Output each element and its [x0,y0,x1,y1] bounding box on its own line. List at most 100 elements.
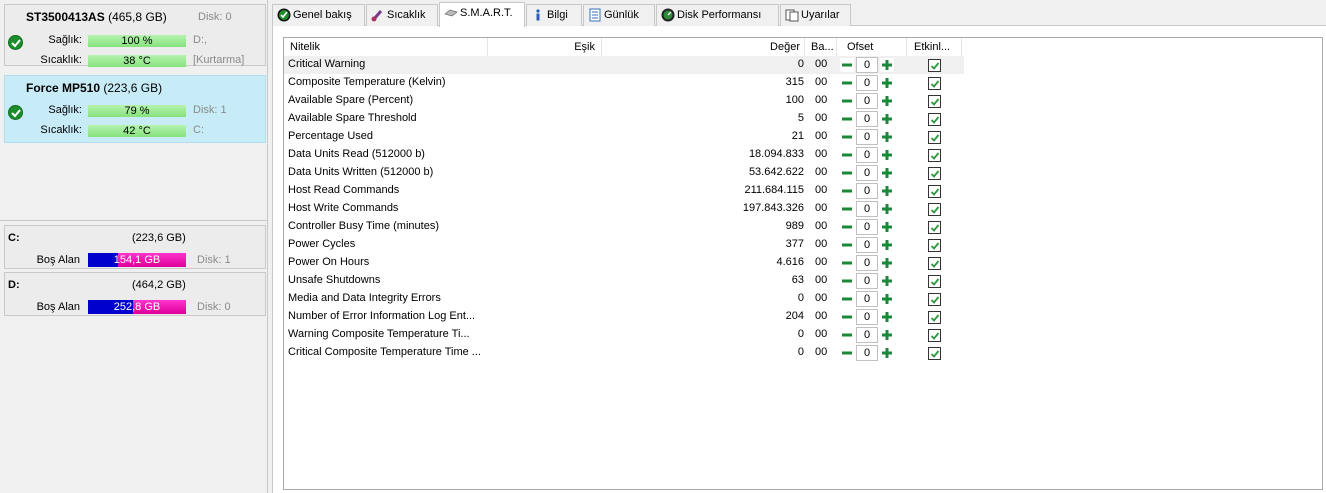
offset-value[interactable]: 0 [856,291,878,307]
offset-increase-button[interactable] [880,346,894,360]
enabled-checkbox[interactable] [928,113,941,126]
col-header-value[interactable]: Değer [602,38,805,56]
offset-increase-button[interactable] [880,202,894,216]
tab-log[interactable]: Günlük [583,4,655,26]
enabled-checkbox[interactable] [928,185,941,198]
offset-value[interactable]: 0 [856,183,878,199]
col-header-enabled[interactable]: Etkinl... [907,38,962,56]
offset-increase-button[interactable] [880,256,894,270]
table-row[interactable]: Available Spare Threshold 5 00 0 [284,110,964,128]
offset-decrease-button[interactable] [840,112,854,126]
offset-value[interactable]: 0 [856,129,878,145]
offset-decrease-button[interactable] [840,310,854,324]
offset-increase-button[interactable] [880,220,894,234]
tab-smart[interactable]: S.M.A.R.T. [439,2,525,27]
tab-overview[interactable]: Genel bakış [272,4,365,26]
table-row[interactable]: Number of Error Information Log Ent... 20… [284,308,964,326]
offset-value[interactable]: 0 [856,57,878,73]
offset-decrease-button[interactable] [840,148,854,162]
enabled-checkbox[interactable] [928,347,941,360]
offset-decrease-button[interactable] [840,238,854,252]
offset-increase-button[interactable] [880,76,894,90]
offset-value[interactable]: 0 [856,165,878,181]
table-row[interactable]: Critical Warning 0 00 0 [284,56,964,74]
offset-decrease-button[interactable] [840,58,854,72]
offset-increase-button[interactable] [880,328,894,342]
table-row[interactable]: Warning Composite Temperature Ti... 0 00 0 [284,326,964,344]
table-row[interactable]: Host Write Commands 197.843.326 00 0 [284,200,964,218]
disk-entry-0[interactable]: ST3500413AS (465,8 GB) Disk: 0 Sağlık: 1… [4,4,266,67]
table-row[interactable]: Media and Data Integrity Errors 0 00 0 [284,290,964,308]
offset-value[interactable]: 0 [856,309,878,325]
table-row[interactable]: Host Read Commands 211.684.115 00 0 [284,182,964,200]
offset-increase-button[interactable] [880,148,894,162]
offset-decrease-button[interactable] [840,94,854,108]
enabled-checkbox[interactable] [928,59,941,72]
enabled-checkbox[interactable] [928,239,941,252]
offset-value[interactable]: 0 [856,75,878,91]
enabled-checkbox[interactable] [928,329,941,342]
table-row[interactable]: Critical Composite Temperature Time ... 0… [284,344,964,362]
enabled-checkbox[interactable] [928,167,941,180]
enabled-checkbox[interactable] [928,257,941,270]
disk-entry-1[interactable]: Force MP510 (223,6 GB) Sağlık: 79 % Disk… [4,75,266,143]
col-header-threshold[interactable]: Eşik [488,38,602,56]
table-row[interactable]: Data Units Written (512000 b) 53.642.622 0… [284,164,964,182]
enabled-checkbox[interactable] [928,293,941,306]
enabled-checkbox[interactable] [928,95,941,108]
enabled-checkbox[interactable] [928,203,941,216]
offset-decrease-button[interactable] [840,328,854,342]
table-row[interactable]: Data Units Read (512000 b) 18.094.833 00 0 [284,146,964,164]
offset-value[interactable]: 0 [856,201,878,217]
table-row[interactable]: Available Spare (Percent) 100 00 0 [284,92,964,110]
offset-increase-button[interactable] [880,130,894,144]
col-header-ba[interactable]: Ba... [805,38,837,56]
offset-increase-button[interactable] [880,94,894,108]
tab-temperature[interactable]: Sıcaklık [366,4,438,26]
offset-decrease-button[interactable] [840,76,854,90]
offset-value[interactable]: 0 [856,255,878,271]
table-row[interactable]: Power Cycles 377 00 0 [284,236,964,254]
table-row[interactable]: Unsafe Shutdowns 63 00 0 [284,272,964,290]
col-header-offset[interactable]: Ofset [837,38,907,56]
offset-value[interactable]: 0 [856,273,878,289]
tab-alerts[interactable]: Uyarılar [780,4,851,26]
table-row[interactable]: Percentage Used 21 00 0 [284,128,964,146]
offset-value[interactable]: 0 [856,111,878,127]
volume-entry-c[interactable]: C: (223,6 GB) Boş Alan 154,1 GB Disk: 1 [4,225,266,269]
offset-decrease-button[interactable] [840,166,854,180]
col-header-attribute[interactable]: Nitelik [284,38,488,56]
enabled-checkbox[interactable] [928,275,941,288]
offset-decrease-button[interactable] [840,346,854,360]
offset-decrease-button[interactable] [840,220,854,234]
offset-increase-button[interactable] [880,274,894,288]
offset-value[interactable]: 0 [856,327,878,343]
table-row[interactable]: Controller Busy Time (minutes) 989 00 0 [284,218,964,236]
offset-decrease-button[interactable] [840,184,854,198]
enabled-checkbox[interactable] [928,131,941,144]
offset-value[interactable]: 0 [856,345,878,361]
offset-increase-button[interactable] [880,166,894,180]
offset-increase-button[interactable] [880,238,894,252]
offset-decrease-button[interactable] [840,202,854,216]
offset-decrease-button[interactable] [840,256,854,270]
offset-increase-button[interactable] [880,184,894,198]
enabled-checkbox[interactable] [928,149,941,162]
tab-info[interactable]: Bilgi [526,4,582,26]
enabled-checkbox[interactable] [928,77,941,90]
offset-decrease-button[interactable] [840,274,854,288]
enabled-checkbox[interactable] [928,311,941,324]
offset-decrease-button[interactable] [840,292,854,306]
offset-increase-button[interactable] [880,292,894,306]
offset-decrease-button[interactable] [840,130,854,144]
enabled-checkbox[interactable] [928,221,941,234]
offset-increase-button[interactable] [880,310,894,324]
offset-value[interactable]: 0 [856,147,878,163]
table-row[interactable]: Power On Hours 4.616 00 0 [284,254,964,272]
volume-entry-d[interactable]: D: (464,2 GB) Boş Alan 252,8 GB Disk: 0 [4,272,266,316]
table-row[interactable]: Composite Temperature (Kelvin) 315 00 0 [284,74,964,92]
offset-increase-button[interactable] [880,112,894,126]
offset-value[interactable]: 0 [856,237,878,253]
tab-disk-performance[interactable]: Disk Performansı [656,4,779,26]
offset-value[interactable]: 0 [856,219,878,235]
